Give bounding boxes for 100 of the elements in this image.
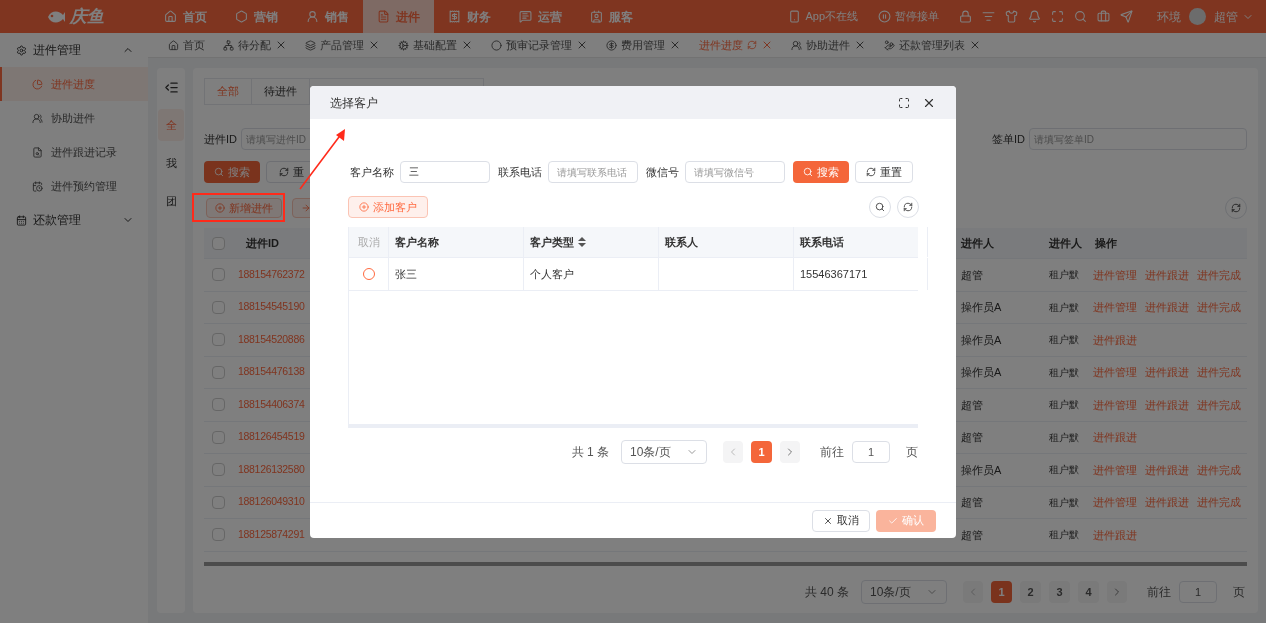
- page-tab[interactable]: 协助进件: [791, 36, 866, 54]
- next-page-button[interactable]: [780, 441, 800, 463]
- page-tab[interactable]: 进件进度: [699, 36, 773, 54]
- entry-id-link[interactable]: 188154406374: [238, 396, 305, 413]
- action-link[interactable]: 进件管理: [1093, 396, 1137, 413]
- page-button[interactable]: 2: [1020, 581, 1041, 603]
- page-tab[interactable]: 产品管理: [305, 36, 380, 54]
- briefcase-icon[interactable]: [1097, 10, 1110, 23]
- nav-item[interactable]: 进件: [363, 0, 434, 33]
- send-icon[interactable]: [1120, 10, 1133, 23]
- entry-id-link[interactable]: 188154476138: [238, 364, 305, 381]
- action-link[interactable]: 进件完成: [1197, 266, 1241, 283]
- prev-page-button[interactable]: [723, 441, 743, 463]
- refresh-icon[interactable]: [747, 40, 757, 50]
- page-button[interactable]: 1: [751, 441, 772, 463]
- scope-tab[interactable]: 我: [158, 147, 184, 179]
- nav-item[interactable]: 服客: [576, 0, 647, 33]
- search-button[interactable]: 搜索: [204, 161, 260, 183]
- entry-id-link[interactable]: 188154545190: [238, 299, 305, 316]
- status-tab[interactable]: 全部: [205, 79, 252, 104]
- row-checkbox[interactable]: [211, 333, 225, 347]
- action-link[interactable]: 进件完成: [1197, 396, 1241, 413]
- page-tab[interactable]: 费用管理: [606, 36, 681, 54]
- sortable-column-header[interactable]: 客户类型: [530, 233, 586, 251]
- page-tab[interactable]: 首页: [168, 36, 205, 54]
- action-link[interactable]: 进件完成: [1197, 494, 1241, 511]
- nav-item[interactable]: 首页: [150, 0, 221, 33]
- action-link[interactable]: 进件管理: [1093, 266, 1137, 283]
- filter-field[interactable]: 三: [400, 161, 490, 183]
- page-tab[interactable]: 预审记录管理: [491, 36, 588, 54]
- action-link[interactable]: 进件管理: [1093, 461, 1137, 478]
- lock-icon[interactable]: [959, 10, 972, 23]
- page-tab[interactable]: 还款管理列表: [884, 36, 981, 54]
- action-link[interactable]: 进件管理: [1093, 364, 1137, 381]
- user-menu[interactable]: 超管: [1214, 7, 1254, 26]
- action-link[interactable]: 进件跟进: [1093, 331, 1137, 348]
- row-checkbox[interactable]: [211, 268, 225, 282]
- nav-item[interactable]: 运营: [505, 0, 576, 33]
- page-tab[interactable]: 待分配: [223, 36, 287, 54]
- row-checkbox[interactable]: [211, 365, 225, 379]
- nav-item[interactable]: 销售: [292, 0, 363, 33]
- entry-id-link[interactable]: 188126454519: [238, 429, 305, 446]
- action-link[interactable]: 进件完成: [1197, 364, 1241, 381]
- action-link[interactable]: 进件跟进: [1145, 494, 1189, 511]
- menu-item[interactable]: 协助进件: [0, 101, 148, 135]
- entry-id-link[interactable]: 188154520886: [238, 331, 305, 348]
- menu-group[interactable]: 还款管理: [0, 203, 148, 237]
- filter-field[interactable]: 请填写联系电话: [548, 161, 638, 183]
- cancel-button[interactable]: 取消: [812, 509, 870, 532]
- nav-item[interactable]: 财务: [434, 0, 505, 33]
- reset-button[interactable]: 重置: [855, 161, 913, 183]
- action-link[interactable]: 进件完成: [1197, 299, 1241, 316]
- app-status-button[interactable]: App不在线: [788, 8, 858, 25]
- action-link[interactable]: 进件跟进: [1145, 364, 1189, 381]
- row-checkbox[interactable]: [211, 463, 225, 477]
- page-button[interactable]: 1: [991, 581, 1012, 603]
- select-all-checkbox[interactable]: [211, 236, 225, 250]
- page-button[interactable]: 3: [1049, 581, 1070, 603]
- goto-page-field[interactable]: 1: [1179, 581, 1217, 603]
- entry-id-link[interactable]: 188126049310: [238, 494, 305, 511]
- entry-id-link[interactable]: 188125874291: [238, 526, 305, 543]
- row-checkbox[interactable]: [211, 300, 225, 314]
- action-link[interactable]: 进件跟进: [1093, 429, 1137, 446]
- menu-icon[interactable]: [163, 80, 179, 95]
- nav-item[interactable]: 营销: [221, 0, 292, 33]
- action-link[interactable]: 进件跟进: [1145, 396, 1189, 413]
- goto-page-field[interactable]: 1: [852, 441, 890, 463]
- row-checkbox[interactable]: [211, 528, 225, 542]
- row-checkbox[interactable]: [211, 430, 225, 444]
- scope-tab[interactable]: 团: [158, 185, 184, 217]
- menu-item[interactable]: 进件进度: [0, 67, 148, 101]
- action-link[interactable]: 进件管理: [1093, 494, 1137, 511]
- add-entry-button[interactable]: 新增进件: [206, 198, 282, 218]
- pause-orders-button[interactable]: 暂停接单: [878, 8, 939, 25]
- next-page-button[interactable]: [1107, 581, 1127, 603]
- add-customer-button[interactable]: 添加客户: [348, 196, 428, 218]
- row-checkbox[interactable]: [211, 398, 225, 412]
- page-button[interactable]: 4: [1078, 581, 1099, 603]
- filter-field[interactable]: 请填写微信号: [685, 161, 785, 183]
- menu-item[interactable]: 进件跟进记录: [0, 135, 148, 169]
- scope-tab[interactable]: 全: [158, 109, 184, 141]
- fullscreen-icon[interactable]: [898, 96, 910, 109]
- entry-id-link[interactable]: 188154762372: [238, 266, 305, 283]
- action-link[interactable]: 进件完成: [1197, 461, 1241, 478]
- page-size-select[interactable]: 10条/页: [621, 440, 707, 464]
- shirt-icon[interactable]: [1005, 10, 1018, 23]
- action-link[interactable]: 进件跟进: [1145, 461, 1189, 478]
- action-link[interactable]: 进件跟进: [1145, 266, 1189, 283]
- page-size-select[interactable]: 10条/页: [861, 580, 947, 604]
- menu-group[interactable]: 进件管理: [0, 33, 148, 67]
- action-link[interactable]: 进件管理: [1093, 299, 1137, 316]
- search-button[interactable]: 搜索: [793, 161, 849, 183]
- action-link[interactable]: 进件跟进: [1145, 299, 1189, 316]
- search-icon[interactable]: [1074, 10, 1087, 23]
- row-checkbox[interactable]: [211, 495, 225, 509]
- entry-id-link[interactable]: 188126132580: [238, 461, 305, 478]
- bell-icon[interactable]: [1028, 10, 1041, 23]
- page-tab[interactable]: 基础配置: [398, 36, 473, 54]
- menu-item[interactable]: 进件预约管理: [0, 169, 148, 203]
- action-link[interactable]: 进件跟进: [1093, 526, 1137, 543]
